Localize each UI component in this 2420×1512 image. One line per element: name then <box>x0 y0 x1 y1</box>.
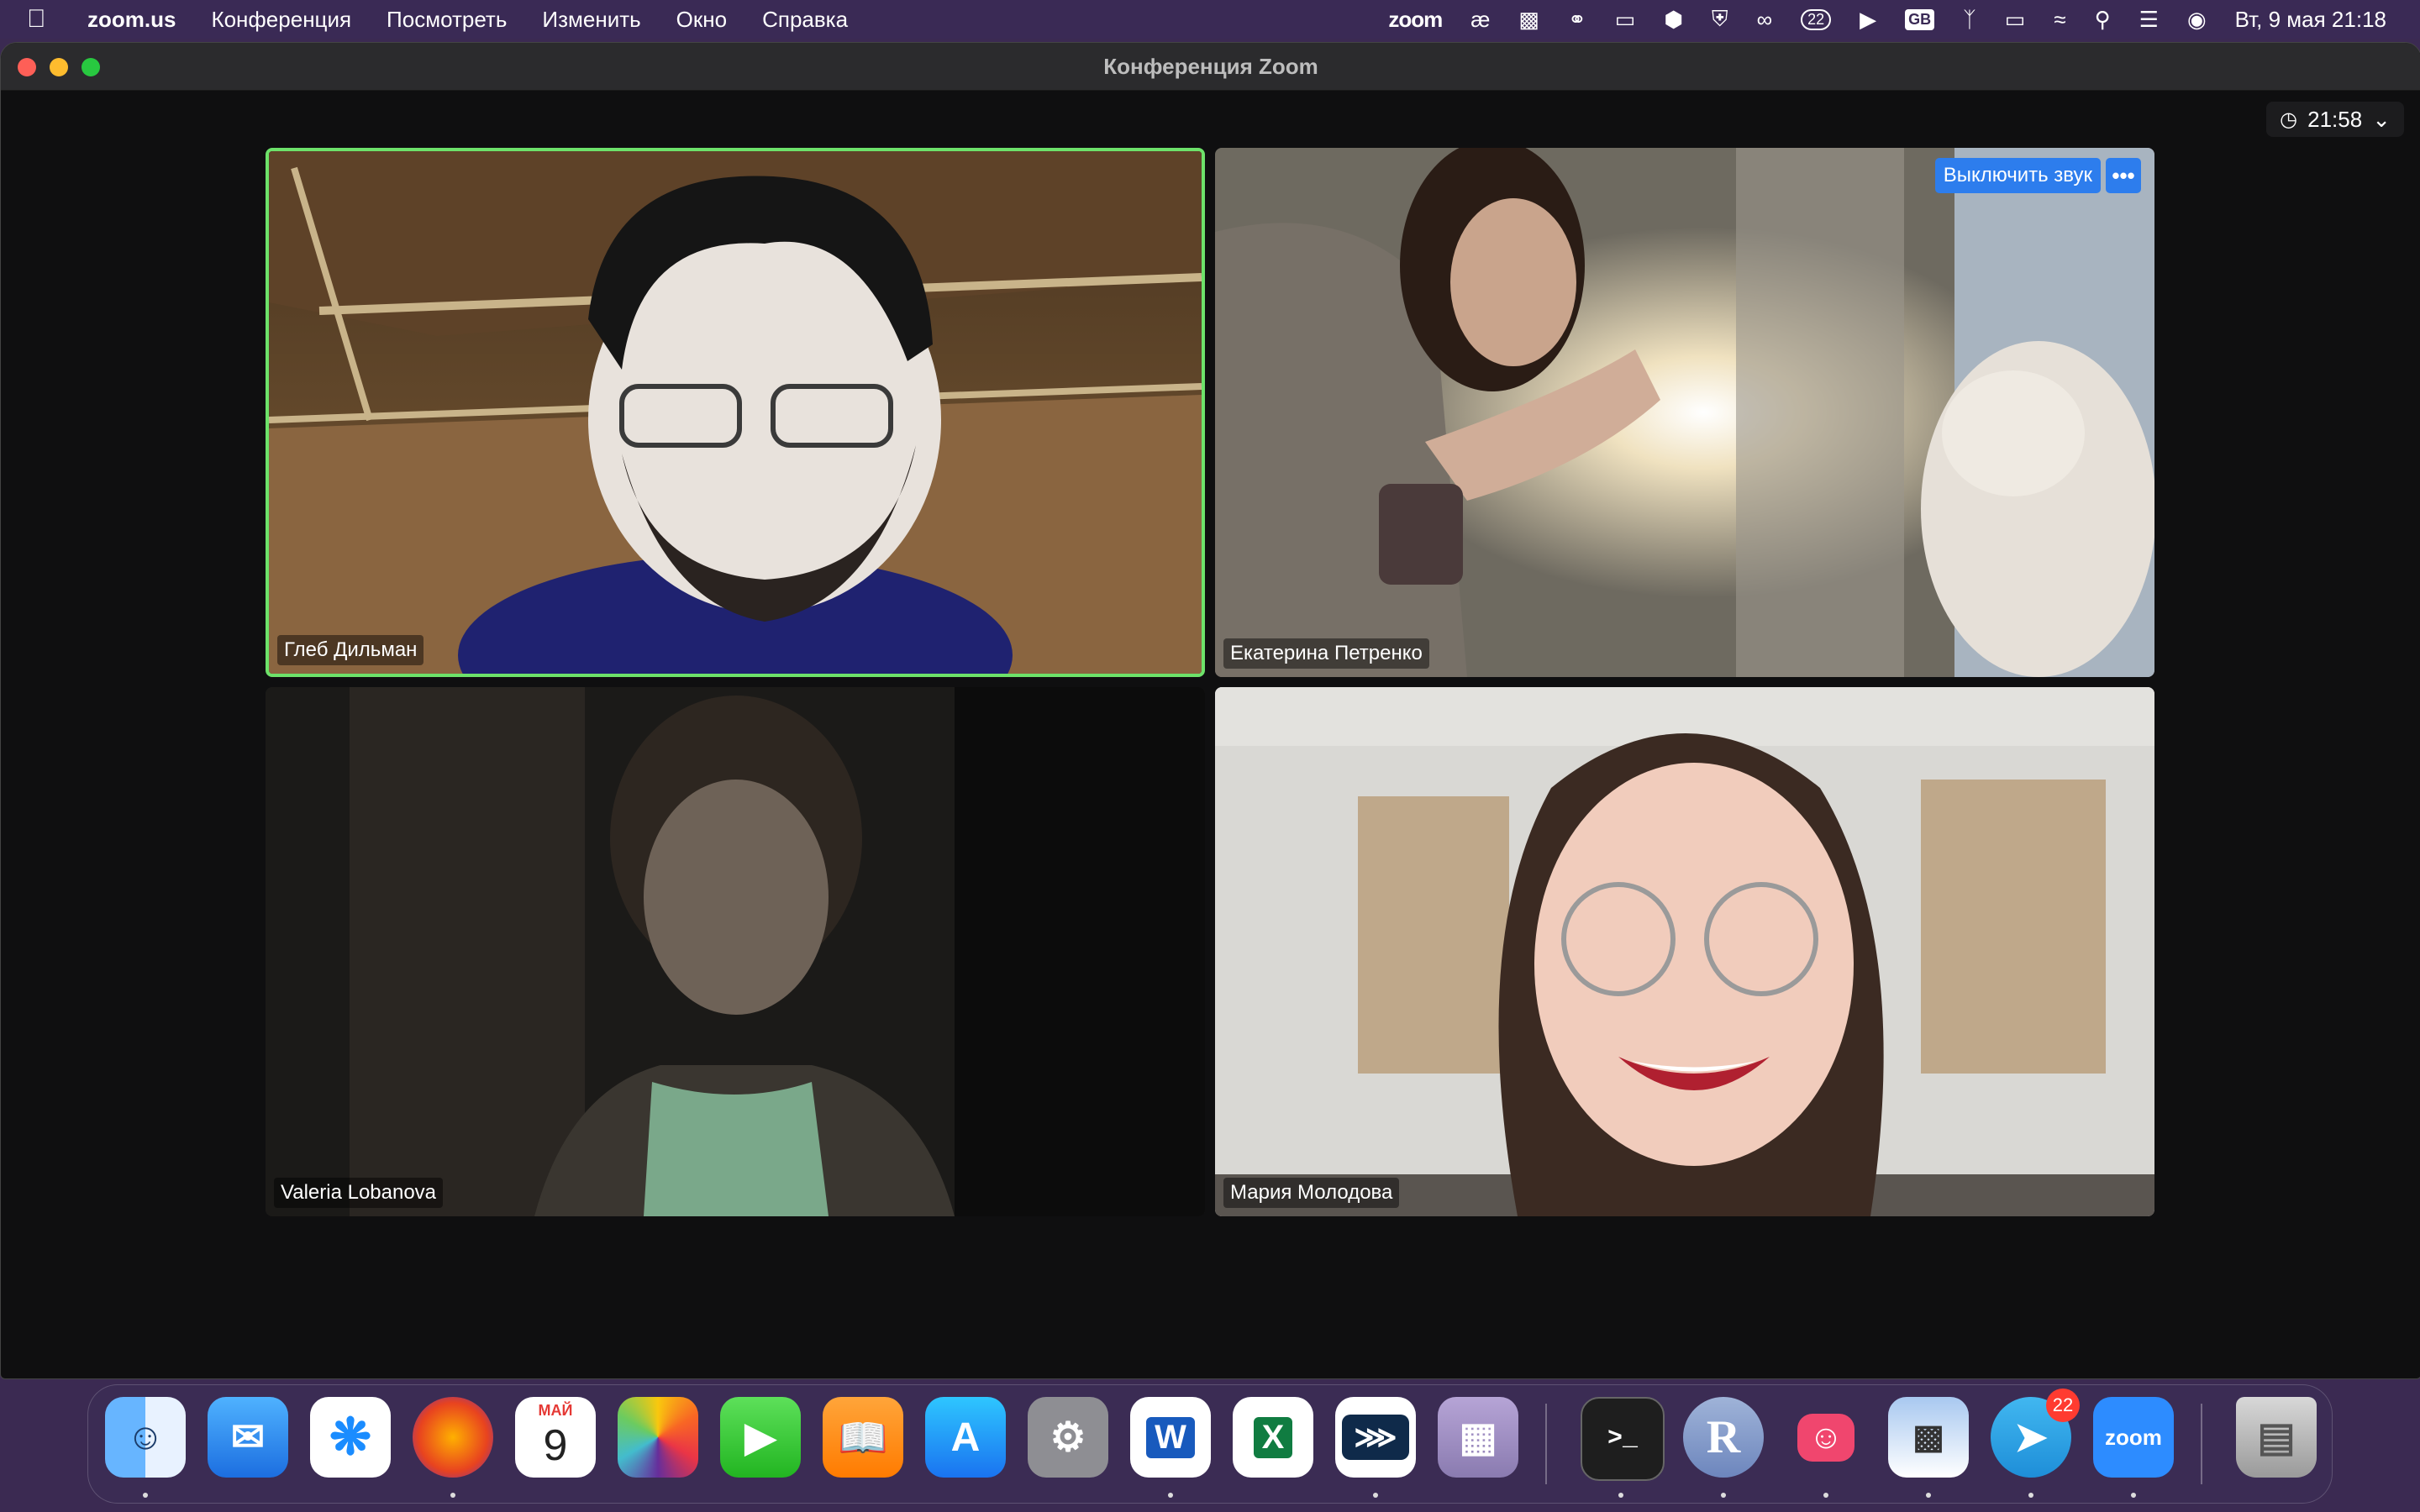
notification-count-icon[interactable]: 22 <box>1801 8 1832 30</box>
finder-icon[interactable]: ☺ <box>105 1397 186 1478</box>
display-icon[interactable]: ▭ <box>1615 7 1636 33</box>
sourcetree-icon[interactable]: ⋙ <box>1335 1397 1416 1478</box>
window-controls <box>18 58 100 76</box>
creative-cloud-icon[interactable]: ⚭ <box>1568 7 1586 33</box>
window-title: Конференция Zoom <box>1103 53 1318 79</box>
app-store-icon[interactable]: A <box>925 1397 1006 1478</box>
calendar-icon[interactable]: МАЙ 9 <box>515 1397 596 1478</box>
meeting-timer-value: 21:58 <box>2307 106 2363 132</box>
search-icon[interactable]: ⚲ <box>2095 7 2111 33</box>
bluetooth-icon[interactable]: ᛉ <box>1963 7 1976 33</box>
meeting-timer[interactable]: ◷ 21:58 ⌄ <box>2266 102 2404 137</box>
running-indicator <box>1618 1493 1623 1498</box>
menu-window[interactable]: Окно <box>676 7 727 33</box>
paper-plane-icon: ➤ <box>2013 1415 2049 1460</box>
video-tile-participant-4[interactable]: Мария Молодова <box>1215 687 2154 1216</box>
system-preferences-icon[interactable]: ⚙ <box>1028 1397 1108 1478</box>
clock-icon: ◷ <box>2280 108 2298 131</box>
menu-view[interactable]: Посмотреть <box>387 7 507 33</box>
running-indicator <box>1373 1493 1378 1498</box>
facetime-icon[interactable]: ▶ <box>720 1397 801 1478</box>
keyboard-layout-icon[interactable]: GB <box>1905 8 1935 30</box>
window-titlebar: Конференция Zoom <box>1 43 2420 91</box>
mail-icon[interactable]: ✉ <box>208 1397 288 1478</box>
dock-separator <box>2201 1404 2202 1484</box>
siri-icon[interactable]: ◉ <box>2187 7 2207 33</box>
r-app-icon[interactable]: R <box>1683 1397 1764 1478</box>
link-icon[interactable]: ∞ <box>1757 7 1773 33</box>
video-tile-participant-1[interactable]: Глеб Дильман <box>266 148 1205 677</box>
r-label: R <box>1706 1411 1741 1463</box>
wifi-icon[interactable]: ≈ <box>2054 7 2065 33</box>
video-tile-participant-3[interactable]: Valeria Lobanova <box>266 687 1205 1216</box>
telegram-icon[interactable]: ➤ 22 <box>1991 1389 2080 1478</box>
running-indicator <box>1168 1493 1173 1498</box>
cube-icon[interactable]: ⬢ <box>1664 7 1683 33</box>
zoom-icon[interactable]: zoom <box>2093 1397 2174 1478</box>
running-indicator <box>143 1493 148 1498</box>
video-feed <box>1215 687 2154 1216</box>
robot-tray-icon[interactable]: ▩ <box>1518 7 1539 33</box>
shield-icon[interactable]: ⛨ <box>1712 6 1728 33</box>
video-feed <box>269 151 1202 674</box>
maximize-window-button[interactable] <box>82 58 100 76</box>
mute-participant-button[interactable]: Выключить звук <box>1934 158 2101 193</box>
menu-help[interactable]: Справка <box>762 7 848 33</box>
more-options-button[interactable]: ••• <box>2106 158 2141 193</box>
running-indicator <box>1926 1493 1931 1498</box>
terminal-icon[interactable]: >_ <box>1581 1397 1665 1481</box>
participant-name: Екатерина Петренко <box>1223 638 1429 669</box>
excel-icon[interactable]: X <box>1233 1397 1313 1478</box>
photos-icon[interactable] <box>618 1397 698 1478</box>
apple-menu-icon[interactable]:  <box>27 5 60 34</box>
app-name-menu[interactable]: zoom.us <box>87 7 176 33</box>
safari-icon[interactable]: ❋ <box>310 1397 391 1478</box>
books-icon[interactable]: 📖 <box>823 1397 903 1478</box>
firefox-icon[interactable] <box>413 1397 493 1478</box>
zoom-tray-icon[interactable]: zoom <box>1388 7 1443 33</box>
menu-bar:  zoom.us Конференция Посмотреть Изменит… <box>0 0 2420 39</box>
minimize-window-button[interactable] <box>50 58 68 76</box>
dock: ☺ ✉ ❋ МАЙ 9 ▶ 📖 A ⚙ W X ⋙ ▦ >_ R ☺ ▩ ➤ 2… <box>87 1384 2333 1504</box>
battery-icon[interactable]: ▭ <box>2005 7 2026 33</box>
running-indicator <box>2131 1493 2136 1498</box>
calendar-day: 9 <box>543 1421 568 1470</box>
video-tile-participant-2[interactable]: Выключить звук ••• Екатерина Петренко <box>1215 148 2154 677</box>
running-indicator <box>450 1493 455 1498</box>
status-tray: zoom æ ▩ ⚭ ▭ ⬢ ⛨ ∞ 22 ▶ GB ᛉ ▭ ≈ ⚲ ☰ ◉ В… <box>1388 0 2386 39</box>
preview-icon[interactable]: ▩ <box>1888 1397 1969 1478</box>
dock-separator <box>1545 1404 1547 1484</box>
calendar-month: МАЙ <box>538 1402 573 1419</box>
trash-icon[interactable]: ▤ <box>2236 1397 2317 1478</box>
ae-tray-icon[interactable]: æ <box>1470 7 1490 33</box>
robot-app-icon[interactable]: ☺ <box>1786 1397 1866 1478</box>
telegram-badge: 22 <box>2046 1389 2080 1422</box>
participant-name: Мария Молодова <box>1223 1178 1400 1208</box>
zoom-label: zoom <box>2105 1424 2162 1450</box>
running-indicator <box>1823 1493 1828 1498</box>
play-icon[interactable]: ▶ <box>1860 7 1876 33</box>
datetime[interactable]: Вт, 9 мая 21:18 <box>2235 7 2386 33</box>
close-window-button[interactable] <box>18 58 36 76</box>
menu-edit[interactable]: Изменить <box>542 7 640 33</box>
launchpad-icon[interactable]: ▦ <box>1438 1397 1518 1478</box>
control-center-icon[interactable]: ☰ <box>2139 7 2159 33</box>
participant-name: Valeria Lobanova <box>274 1178 444 1208</box>
menu-conference[interactable]: Конференция <box>211 7 351 33</box>
video-feed <box>266 687 1205 1216</box>
running-indicator <box>1721 1493 1726 1498</box>
word-icon[interactable]: W <box>1130 1397 1211 1478</box>
running-indicator <box>2028 1493 2033 1498</box>
participant-name: Глеб Дильман <box>277 635 424 665</box>
chevron-down-icon[interactable]: ⌄ <box>2372 107 2391 133</box>
video-feed <box>1215 148 2154 677</box>
